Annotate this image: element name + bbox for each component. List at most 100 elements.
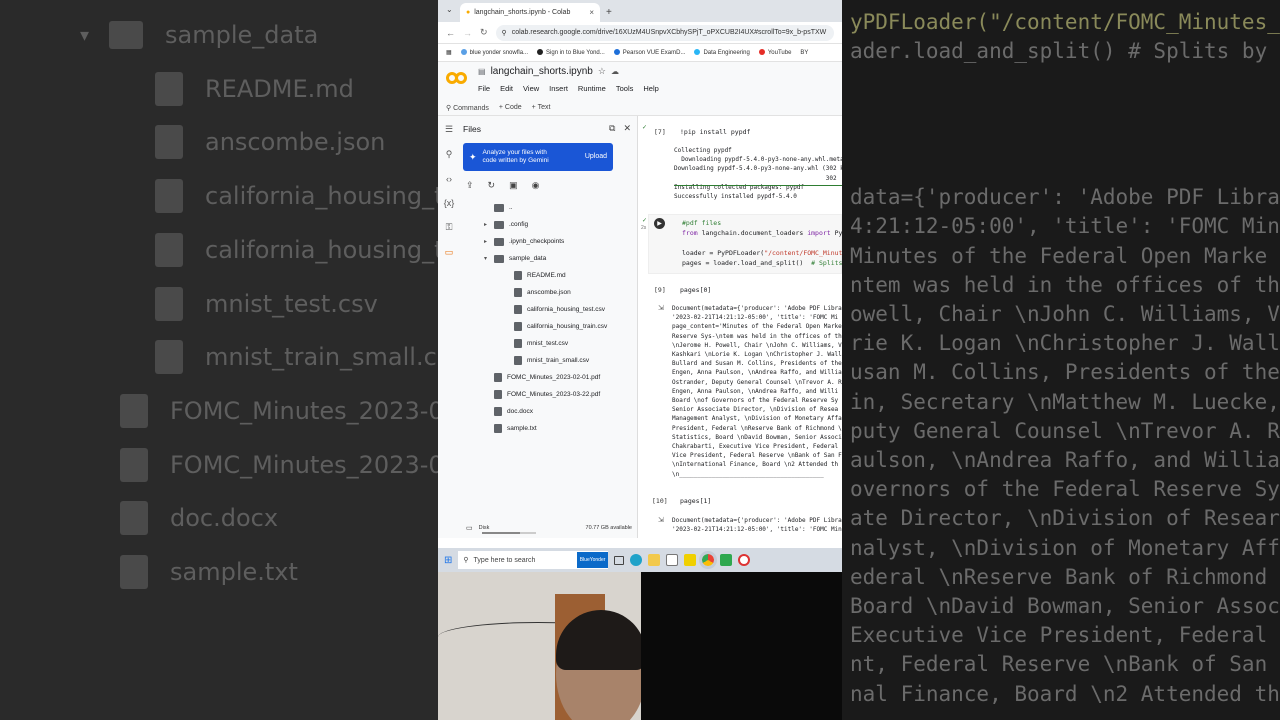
code-cell-8[interactable]: ✓ 2s ▶ #pdf files from langchain.documen… — [638, 214, 842, 276]
bookmarks-bar: ▦ blue yonder snowfla... Sign in to Blue… — [438, 44, 842, 62]
upload-button[interactable]: Upload — [585, 153, 607, 161]
code-cell-7[interactable]: ✓ [7] !pip install pypdf Collecting pypd… — [638, 122, 842, 212]
windows-start-icon[interactable]: ⊞ — [444, 555, 452, 566]
excel-icon[interactable] — [684, 554, 697, 566]
background-code-line: yPDFLoader("/content/FOMC_Minutes_ — [850, 10, 1280, 34]
tree-expand-icon[interactable]: ▸ — [484, 238, 492, 245]
bookmark-item[interactable]: Sign in to Blue Yond... — [537, 49, 605, 56]
bookmark-item[interactable]: blue yonder snowfla... — [460, 49, 528, 56]
taskbar-search[interactable]: ⚲ Type here to search BlueYonder — [458, 551, 609, 569]
background-code-line: Minutes of the Federal Open Marke — [850, 243, 1268, 268]
menu-edit[interactable]: Edit — [500, 84, 513, 93]
tree-file-item[interactable]: mnist_train_small.csv — [460, 352, 638, 369]
tree-file-item[interactable]: doc.docx — [460, 403, 638, 420]
tree-folder-item[interactable]: ▸ .config — [460, 216, 638, 233]
toc-icon[interactable]: ☰ — [445, 124, 453, 135]
close-panel-icon[interactable]: ✕ — [623, 123, 631, 134]
tree-file-item[interactable]: mnist_test.csv — [460, 335, 638, 352]
back-icon[interactable]: ← — [446, 28, 455, 38]
code-cell-9[interactable]: [9] pages[0] ⇲ Document(metadata={'produ… — [638, 282, 842, 488]
cell-code[interactable]: pages[0] — [680, 285, 842, 295]
tree-folder-item[interactable]: ▸ .ipynb_checkpoints — [460, 233, 638, 250]
search-icon: ⚲ — [446, 104, 452, 112]
file-explorer-icon[interactable] — [648, 554, 661, 566]
code-snippets-icon[interactable]: ‹› — [446, 174, 452, 184]
tree-file-item[interactable]: anscombe.json — [460, 284, 638, 301]
tree-expand-icon[interactable]: ▸ — [484, 221, 492, 228]
new-tab-button[interactable]: + — [606, 7, 612, 22]
tree-item-label: .. — [509, 204, 513, 211]
background-file-row: README.md — [155, 62, 354, 116]
task-view-icon[interactable] — [614, 555, 625, 565]
run-cell-icon[interactable]: ▶ — [654, 218, 665, 229]
menu-help[interactable]: Help — [643, 84, 658, 93]
file-icon — [514, 356, 522, 365]
add-text-button[interactable]: + Text — [532, 104, 551, 111]
upload-file-icon[interactable]: ⇪ — [466, 180, 474, 191]
tree-file-item[interactable]: FOMC_Minutes_2023-02-01.pdf — [460, 369, 638, 386]
store-icon[interactable] — [666, 554, 679, 566]
code-cell-10[interactable]: [10] pages[1] ⇲ Document(metadata={'prod… — [638, 492, 842, 538]
cell-code[interactable]: #pdf files from langchain.document_loade… — [682, 218, 842, 268]
show-hidden-eye-icon[interactable]: ◉ — [532, 180, 540, 191]
menu-runtime[interactable]: Runtime — [578, 84, 606, 93]
colab-header: ▤ langchain_shorts.ipynb ☆ ☁ File Edit V… — [438, 62, 842, 100]
tree-folder-item[interactable]: .. — [460, 199, 638, 216]
cell-code[interactable]: !pip install pypdf — [680, 127, 842, 137]
background-code-line: nt, Federal Reserve \nBank of San F — [850, 652, 1280, 677]
open-tab-icon[interactable]: ⧉ — [609, 123, 615, 134]
notebook-title[interactable]: langchain_shorts.ipynb — [491, 66, 593, 77]
cell-code[interactable]: pages[1] — [680, 496, 842, 506]
output-menu-icon[interactable]: ⇲ — [658, 304, 664, 312]
browser-tab[interactable]: ● langchain_shorts.ipynb - Colab × — [460, 3, 600, 22]
background-code-line: owell, Chair \nJohn C. Williams, V — [850, 302, 1280, 326]
file-icon — [494, 407, 502, 416]
bookmark-item[interactable]: Pearson VUE ExamD... — [613, 49, 685, 56]
background-file-row: doc.docx — [120, 491, 278, 545]
find-icon[interactable]: ⚲ — [446, 149, 453, 160]
menu-view[interactable]: View — [523, 84, 539, 93]
disk-status: ▭ Disk 70.77 GB available — [460, 518, 638, 538]
background-code-line: ederal \nReserve Bank of Richmond \ — [850, 564, 1280, 589]
variables-icon[interactable]: {x} — [444, 198, 455, 208]
output-menu-icon[interactable]: ⇲ — [658, 516, 664, 524]
mount-drive-icon[interactable]: ▣ — [509, 180, 518, 191]
reload-icon[interactable]: ↻ — [480, 27, 488, 38]
forward-icon[interactable]: → — [463, 28, 472, 38]
chrome-icon[interactable] — [699, 551, 718, 569]
files-folder-icon[interactable]: ▭ — [445, 247, 454, 258]
bookmark-item[interactable]: Data Engineering — [694, 49, 750, 56]
refresh-icon[interactable]: ↻ — [488, 180, 496, 191]
tree-file-item[interactable]: california_housing_train.csv — [460, 318, 638, 335]
add-code-button[interactable]: + Code — [499, 104, 522, 111]
notepad-icon[interactable] — [720, 554, 733, 566]
background-file-label: sample_data — [165, 21, 319, 49]
tree-expand-icon[interactable]: ▾ — [484, 255, 492, 262]
edge-icon[interactable] — [630, 554, 643, 566]
tree-file-item[interactable]: sample.txt — [460, 420, 638, 437]
secrets-key-icon[interactable]: ⚿ — [446, 222, 453, 233]
cell-exec-count: [9] — [654, 286, 666, 294]
tree-item-label: FOMC_Minutes_2023-03-22.pdf — [507, 391, 601, 398]
menu-file[interactable]: File — [478, 84, 490, 93]
tree-file-item[interactable]: FOMC_Minutes_2023-03-22.pdf — [460, 386, 638, 403]
commands-button[interactable]: ⚲ Commands — [446, 104, 489, 112]
site-info-icon[interactable]: ⚲ — [502, 29, 507, 37]
tree-file-item[interactable]: README.md — [460, 267, 638, 284]
tab-title: langchain_shorts.ipynb - Colab — [474, 9, 571, 16]
menu-tools[interactable]: Tools — [616, 84, 634, 93]
address-bar[interactable]: ⚲ colab.research.google.com/drive/16XUzM… — [495, 24, 834, 41]
tab-close-icon[interactable]: × — [589, 8, 594, 17]
bookmark-item[interactable]: BY — [800, 50, 808, 56]
drive-file-icon: ▤ — [478, 67, 486, 76]
star-icon[interactable]: ☆ — [598, 66, 606, 77]
colab-logo-icon[interactable] — [446, 72, 468, 86]
bookmark-item[interactable]: YouTube — [758, 49, 791, 56]
tree-folder-item[interactable]: ▾ sample_data — [460, 250, 638, 267]
menu-insert[interactable]: Insert — [549, 84, 568, 93]
apps-grid-icon[interactable]: ▦ — [446, 49, 452, 56]
tab-search-chevron-icon[interactable]: ⌄ — [446, 5, 453, 14]
background-code-line: in, Secretary \nMatthew M. Luecke, — [850, 389, 1280, 414]
recorder-icon[interactable] — [738, 554, 751, 566]
tree-file-item[interactable]: california_housing_test.csv — [460, 301, 638, 318]
